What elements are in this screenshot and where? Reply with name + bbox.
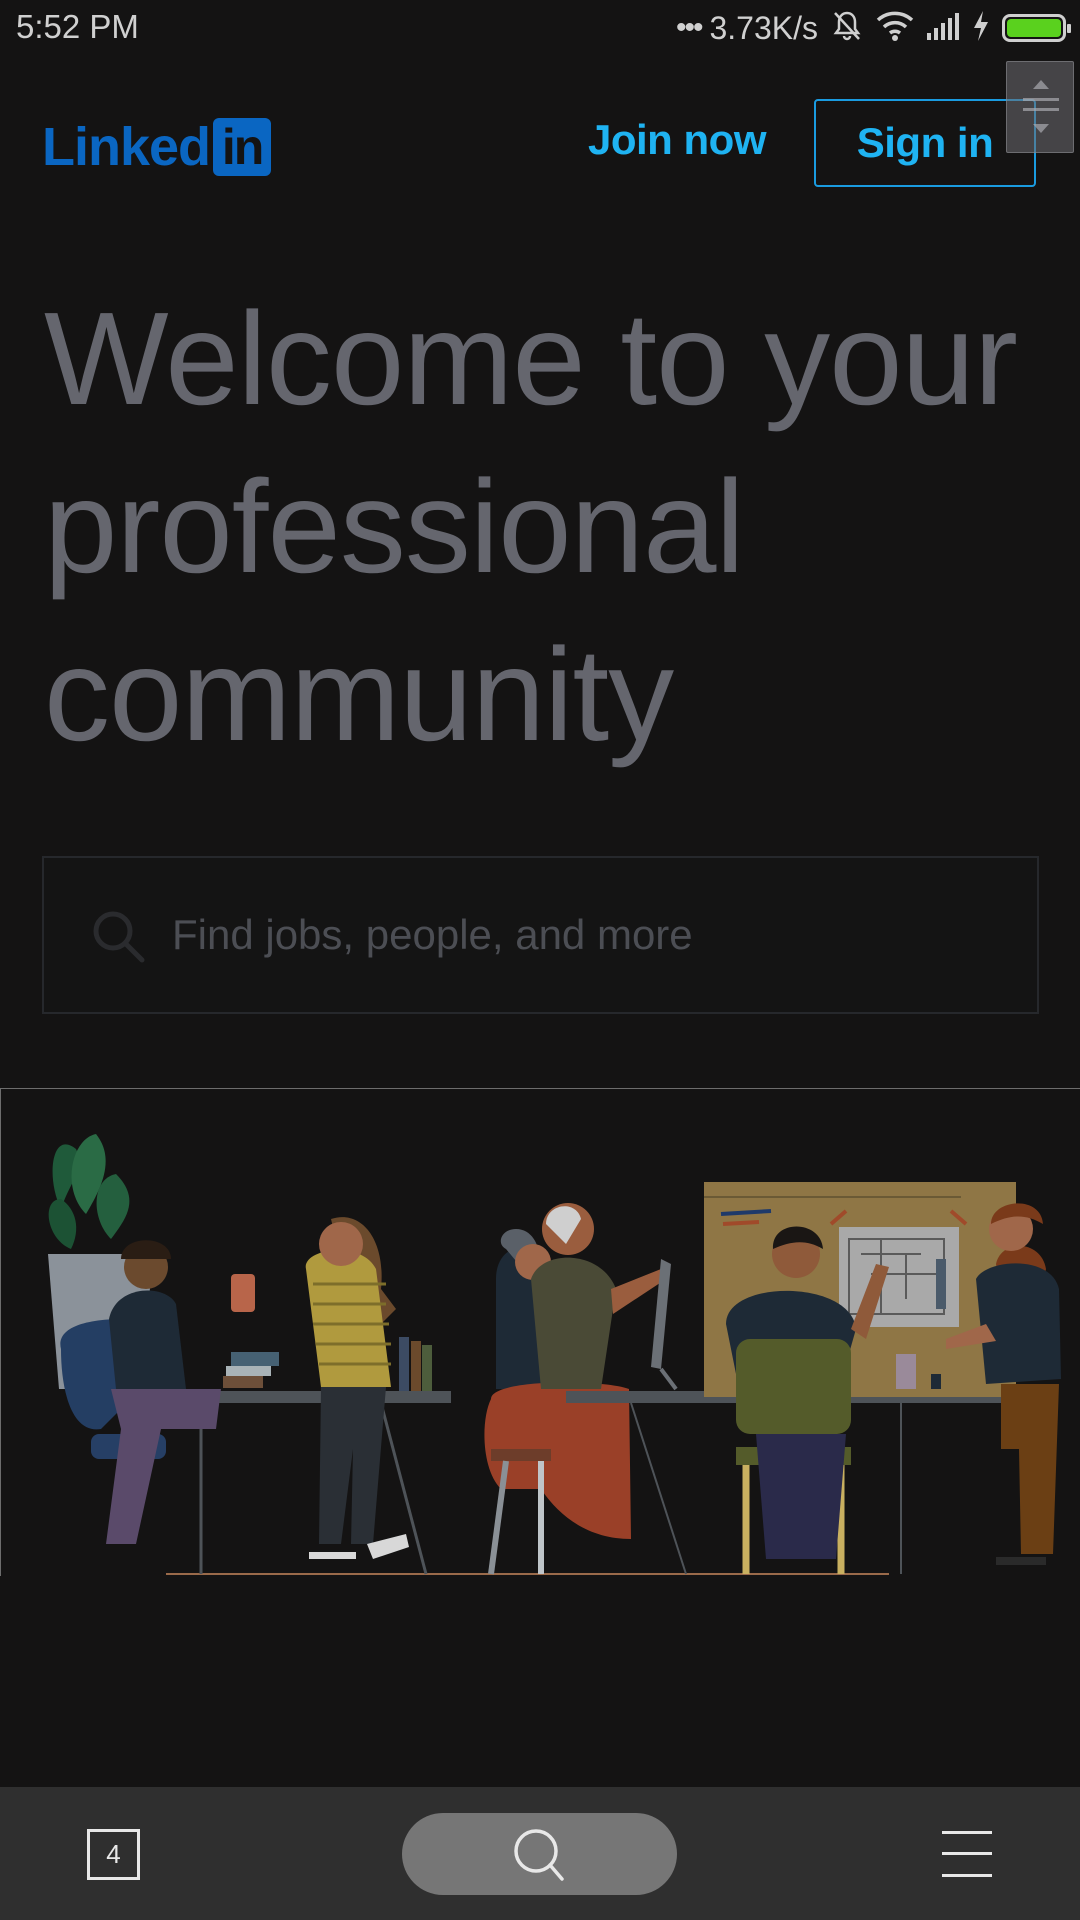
linkedin-logo[interactable]: Linked in — [42, 116, 272, 178]
search-input[interactable]: Find jobs, people, and more — [42, 856, 1039, 1014]
menu-line — [942, 1852, 992, 1855]
search-icon — [90, 908, 148, 966]
scroll-up-icon — [1033, 80, 1049, 89]
battery-icon — [1002, 14, 1071, 42]
hero-line-1: Welcome to your — [44, 285, 1018, 432]
charging-icon — [972, 10, 990, 47]
network-speed: 3.73K/s — [709, 9, 818, 46]
browser-bottom-bar: 4 — [0, 1787, 1080, 1920]
sign-in-button[interactable]: Sign in — [814, 99, 1036, 187]
browser-search-button[interactable] — [402, 1813, 677, 1895]
hero-line-2: professional — [44, 453, 745, 600]
status-icons: ••• 3.73K/s — [675, 8, 1071, 48]
menu-icon[interactable] — [942, 1831, 992, 1877]
handle-line — [1023, 98, 1059, 101]
illustration-art — [48, 1134, 1061, 1575]
office-people-illustration — [0, 1088, 1080, 1576]
site-header: Linked in Join now Sign in — [0, 80, 1080, 200]
floating-scroll-handle[interactable] — [1006, 61, 1074, 153]
hero-line-3: community — [44, 621, 674, 768]
search-icon — [514, 1829, 564, 1881]
handle-line — [1023, 108, 1059, 111]
status-dots: ••• — [675, 11, 703, 44]
tabs-icon[interactable]: 4 — [87, 1829, 140, 1880]
hero-heading: Welcome to your professional community — [44, 275, 1054, 779]
join-now-button[interactable]: Join now — [588, 110, 767, 170]
menu-line — [942, 1874, 992, 1877]
bell-muted-icon — [830, 9, 864, 48]
status-time: 5:52 PM — [16, 8, 139, 45]
status-bar: 5:52 PM ••• 3.73K/s — [0, 0, 1080, 56]
search-placeholder: Find jobs, people, and more — [172, 911, 693, 958]
signal-icon — [926, 11, 960, 46]
logo-box: in — [213, 118, 272, 176]
wifi-icon — [876, 10, 914, 47]
scroll-down-icon — [1033, 124, 1049, 133]
logo-text: Linked — [42, 117, 211, 177]
menu-line — [942, 1831, 992, 1834]
